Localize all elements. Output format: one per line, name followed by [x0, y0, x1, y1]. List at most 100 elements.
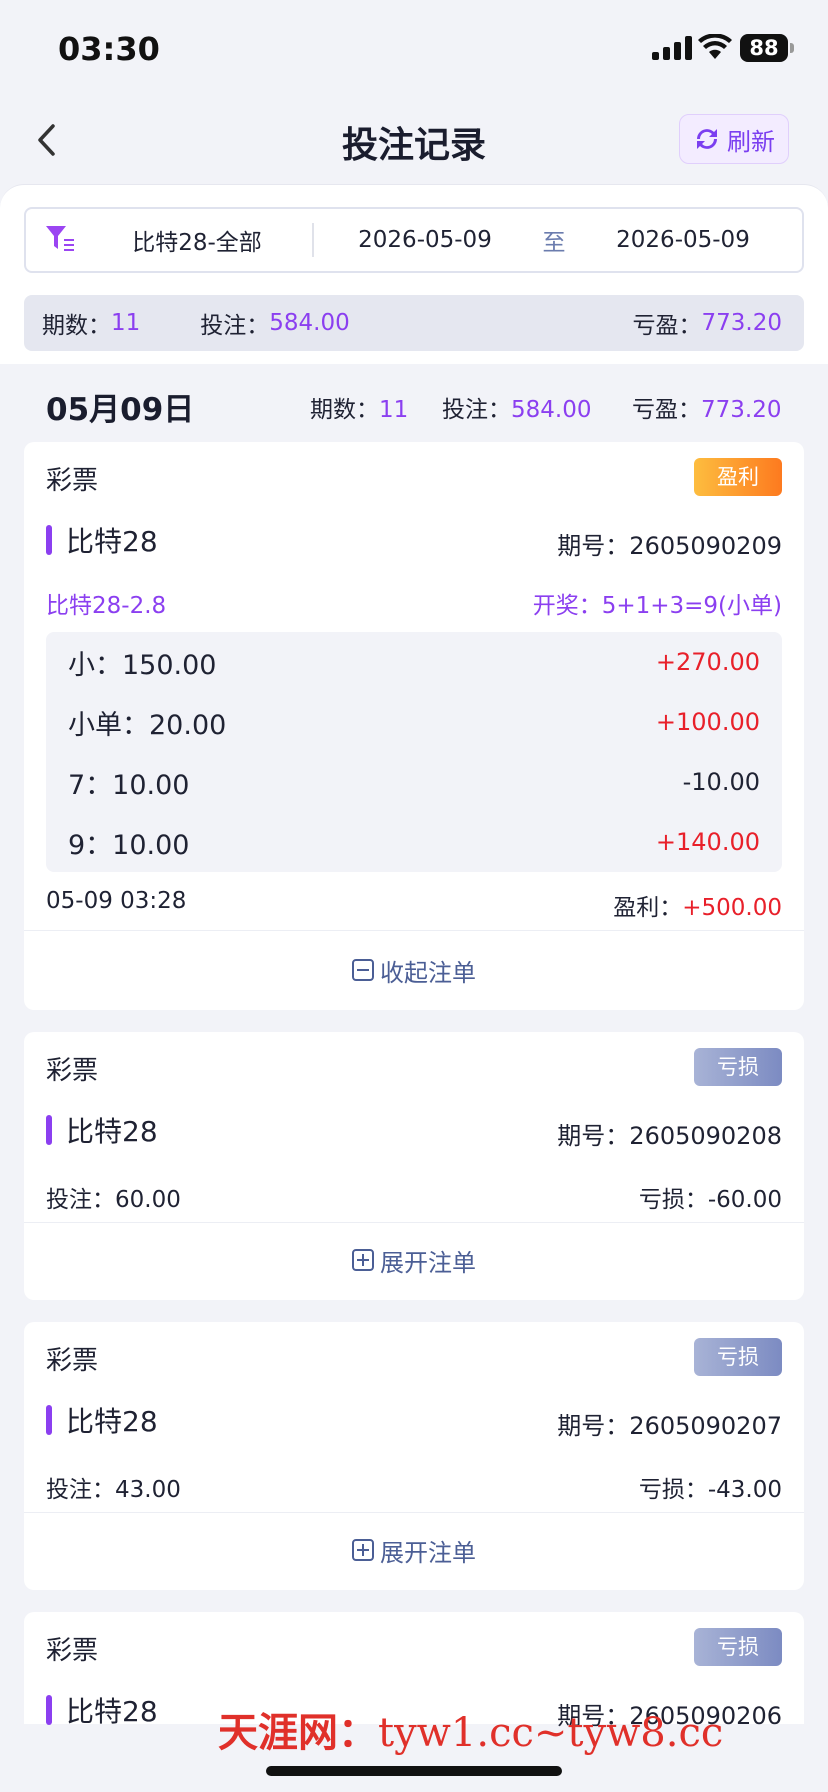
issue-number: 期号：2605090207 [557, 1412, 782, 1440]
date-bet-label: 投注： [442, 397, 511, 423]
game-accent-bar [46, 1695, 52, 1725]
game-accent-bar [46, 525, 52, 555]
game-label: 比特28 [66, 1405, 158, 1438]
summary-periods-label: 期数： [42, 313, 111, 339]
filter-icon [46, 226, 74, 251]
status-badge: 盈利 [694, 458, 782, 496]
bet-item: 小：150.00 +270.00 [68, 642, 760, 682]
summary-pnl-value: 773.20 [701, 310, 782, 336]
summary-bar: 期数： 11 投注： 584.00 亏盈： 773.20 [24, 295, 804, 351]
card-category: 彩票 [46, 1056, 99, 1086]
bet-item: 9：10.00 +140.00 [68, 822, 760, 862]
status-bar: 03:30 88 [0, 0, 828, 100]
card-footer: 投注：60.00 亏损：-60.00 [46, 1180, 782, 1214]
bet-item-key: 7：10.00 [68, 769, 190, 801]
nav-header: 投注记录 刷新 [0, 100, 828, 184]
game-name: 比特28 [46, 1404, 158, 1438]
bet-item-key: 9：10.00 [68, 829, 190, 861]
filter-panel: 比特28-全部 2026-05-09 至 2026-05-09 期数： 11 投… [0, 184, 828, 364]
status-badge: 亏损 [694, 1628, 782, 1666]
card-category: 彩票 [46, 466, 99, 496]
date-pnl-value: 773.20 [701, 397, 782, 423]
bet-item-result: -10.00 [682, 768, 760, 796]
bet-record-card: 彩票 盈利 比特28 期号：2605090209 比特28-2.8 开奖：5+1… [24, 442, 804, 1010]
loss-amount: 亏损：-43.00 [638, 1477, 782, 1503]
date-pnl-label: 亏盈： [632, 397, 701, 423]
card-category: 彩票 [46, 1636, 99, 1666]
bet-record-card: 彩票 亏损 比特28 期号：2605090207 投注：43.00 亏损：-43… [24, 1322, 804, 1590]
minus-square-icon [352, 959, 374, 981]
bet-item-key: 小单：20.00 [68, 709, 227, 741]
bet-record-card: 彩票 亏损 比特28 期号：2605090208 投注：60.00 亏损：-60… [24, 1032, 804, 1300]
bet-amount: 投注：43.00 [46, 1477, 181, 1503]
game-name: 比特28 [46, 524, 158, 558]
card-footer: 05-09 03:28 盈利：+500.00 [46, 888, 782, 922]
loss-amount: 亏损：-60.00 [638, 1187, 782, 1213]
refresh-icon [697, 129, 717, 149]
status-time: 03:30 [58, 30, 160, 68]
status-badge: 亏损 [694, 1048, 782, 1086]
lottery-select[interactable]: 比特28-全部 [82, 223, 312, 257]
bet-item-result: +100.00 [655, 708, 760, 736]
status-badge: 亏损 [694, 1338, 782, 1376]
date-group-pnl: 亏盈：773.20 [632, 390, 781, 424]
bet-amount: 投注：60.00 [46, 1187, 181, 1213]
plus-square-icon [352, 1249, 374, 1271]
cellular-signal-icon [652, 36, 692, 60]
game-label: 比特28 [66, 525, 158, 558]
draw-result: 开奖：5+1+3=9(小单) [532, 593, 782, 619]
summary-bet-value: 584.00 [269, 310, 350, 336]
wifi-icon [698, 34, 732, 59]
bet-time: 05-09 03:28 [46, 888, 187, 914]
issue-number: 期号：2605090209 [557, 532, 782, 560]
profit-summary: 盈利：+500.00 [613, 888, 782, 922]
date-range-separator: 至 [542, 230, 566, 256]
game-accent-bar [46, 1115, 52, 1145]
profit-value: +500.00 [682, 895, 782, 921]
expand-bets-label: 展开注单 [380, 1538, 476, 1567]
filter-bar: 比特28-全部 2026-05-09 至 2026-05-09 [24, 207, 804, 273]
date-periods-value: 11 [379, 397, 409, 423]
profit-label: 盈利： [613, 895, 683, 921]
date-bet-value: 584.00 [511, 397, 592, 423]
game-name: 比特28 [46, 1694, 158, 1728]
date-group-date: 05月09日 [46, 392, 195, 428]
expand-bets-button[interactable]: 展开注单 [24, 1240, 804, 1280]
expand-bets-label: 展开注单 [380, 1248, 476, 1277]
game-label: 比特28 [66, 1695, 158, 1728]
battery-icon: 88 [740, 34, 794, 62]
date-group-bet: 投注：584.00 [442, 390, 591, 424]
watermark-site: 天涯网： [218, 1709, 378, 1756]
card-category: 彩票 [46, 1346, 99, 1376]
bet-items-list: 小：150.00 +270.00 小单：20.00 +100.00 7：10.0… [46, 632, 782, 872]
date-group-periods: 期数：11 [310, 390, 408, 424]
card-footer: 投注：43.00 亏损：-43.00 [46, 1470, 782, 1504]
end-date-picker[interactable]: 2026-05-09 [572, 227, 794, 253]
summary-periods-value: 11 [111, 310, 141, 336]
bet-item-key: 小：150.00 [68, 649, 217, 681]
bet-item-result: +270.00 [655, 648, 760, 676]
card-divider [24, 930, 804, 931]
watermark: 天涯网：tyw1.cc~tyw8.cc [218, 1700, 723, 1758]
card-divider [24, 1222, 804, 1223]
collapse-bets-button[interactable]: 收起注单 [24, 950, 804, 990]
start-date-picker[interactable]: 2026-05-09 [314, 227, 536, 253]
date-periods-label: 期数： [310, 397, 379, 423]
expand-bets-button[interactable]: 展开注单 [24, 1530, 804, 1570]
issue-number: 期号：2605090208 [557, 1122, 782, 1150]
game-accent-bar [46, 1405, 52, 1435]
collapse-bets-label: 收起注单 [380, 958, 476, 987]
home-indicator [266, 1766, 562, 1776]
game-label: 比特28 [66, 1115, 158, 1148]
refresh-button[interactable]: 刷新 [679, 114, 789, 164]
bet-item: 7：10.00 -10.00 [68, 762, 760, 802]
refresh-label: 刷新 [727, 127, 775, 156]
filter-button[interactable] [26, 223, 82, 257]
bet-item: 小单：20.00 +100.00 [68, 702, 760, 742]
watermark-url: tyw1.cc~tyw8.cc [378, 1710, 724, 1756]
bet-item-result: +140.00 [655, 828, 760, 856]
date-group-header: 05月09日 期数：11 投注：584.00 亏盈：773.20 [0, 364, 828, 440]
summary-pnl-label: 亏盈： [632, 313, 702, 339]
plus-square-icon [352, 1539, 374, 1561]
game-name: 比特28 [46, 1114, 158, 1148]
